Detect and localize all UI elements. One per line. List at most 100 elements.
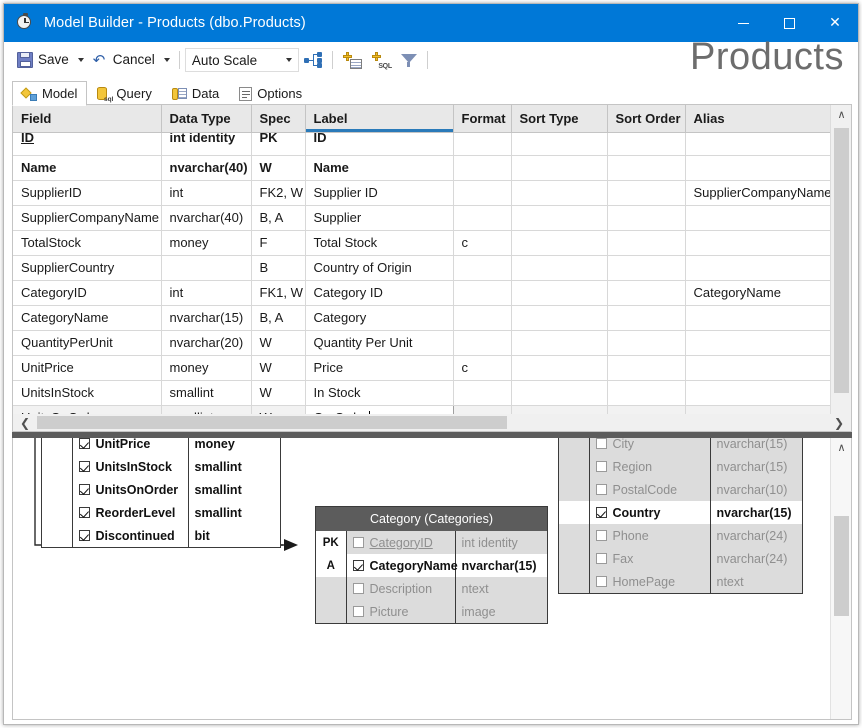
hierarchy-button[interactable] [299, 47, 327, 73]
cell-label[interactable]: Supplier [305, 205, 454, 231]
cell-label[interactable]: Supplier ID [305, 180, 454, 206]
cell-sort_order[interactable] [607, 205, 686, 231]
cell-format[interactable] [453, 280, 512, 306]
cell-sort_order[interactable] [607, 180, 686, 206]
cell-sort_type[interactable] [511, 132, 608, 156]
grid-horizontal-scrollbar[interactable]: ❮ ❯ [12, 414, 852, 432]
cell-sort_order[interactable] [607, 230, 686, 256]
entity-supplier[interactable]: City nvarchar(15) Region nvarchar(15) Postal… [558, 438, 803, 594]
grid-vertical-scrollbar[interactable]: ∧ ∨ [830, 105, 851, 431]
cell-sort_type[interactable] [511, 280, 608, 306]
column-header-field[interactable]: Field [13, 105, 162, 133]
cell-spec[interactable]: W [251, 330, 306, 356]
cell-label[interactable]: ID [305, 132, 454, 156]
entity-field-name-cell[interactable]: Fax [589, 547, 710, 570]
cell-sort_order[interactable] [607, 330, 686, 356]
field-checkbox[interactable] [78, 529, 90, 541]
cell-label[interactable]: Price [305, 355, 454, 381]
field-checkbox[interactable] [595, 460, 607, 472]
tab-model[interactable]: Model [12, 81, 88, 106]
cell-format[interactable] [453, 155, 512, 181]
table-row[interactable]: CategoryName nvarchar(15) B, A Category [13, 305, 832, 331]
diagram-scroll-up-icon[interactable]: ∧ [831, 438, 851, 457]
cell-alias[interactable] [685, 230, 832, 256]
cell-field[interactable]: SupplierID [13, 180, 162, 206]
cell-sort_order[interactable] [607, 305, 686, 331]
cell-sort_order[interactable] [607, 380, 686, 406]
cell-sort_type[interactable] [511, 230, 608, 256]
fields-grid[interactable]: Field Data Type Spec Label Format Sort Type So… [12, 104, 852, 432]
cell-sort_type[interactable] [511, 255, 608, 281]
cell-format[interactable] [453, 380, 512, 406]
tab-options[interactable]: Options [229, 81, 312, 106]
scale-caret-icon[interactable] [285, 58, 292, 62]
column-header-format[interactable]: Format [453, 105, 512, 133]
scale-select[interactable]: Auto Scale [184, 48, 299, 72]
cell-spec[interactable]: B, A [251, 305, 306, 331]
cell-type[interactable]: int [161, 280, 252, 306]
entity-field-row[interactable]: ReorderLevel smallint [42, 501, 280, 524]
entity-category[interactable]: Category (Categories) PK CategoryID int id… [315, 506, 548, 624]
save-dropdown-caret-icon[interactable] [77, 58, 84, 62]
cell-type[interactable]: int identity [161, 132, 252, 156]
table-row[interactable]: CategoryID int FK1, W Category ID CategoryNa… [13, 280, 832, 306]
cell-format[interactable] [453, 255, 512, 281]
cell-format[interactable] [453, 180, 512, 206]
field-checkbox[interactable] [595, 529, 607, 541]
tab-query[interactable]: sql Query [87, 81, 161, 106]
cell-sort_order[interactable] [607, 132, 686, 156]
cancel-button[interactable]: ↶ Cancel [88, 47, 160, 73]
entity-products[interactable]: UnitPrice money UnitsInStock smallint UnitsO… [41, 438, 281, 548]
cell-field[interactable]: Name [13, 155, 162, 181]
entity-field-name-cell[interactable]: Description [346, 577, 455, 600]
field-checkbox[interactable] [78, 438, 90, 449]
table-row[interactable]: ID int identity PK ID [13, 132, 832, 156]
cell-field[interactable]: CategoryName [13, 305, 162, 331]
cell-sort_type[interactable] [511, 380, 608, 406]
entity-field-row[interactable]: UnitsOnOrder smallint [42, 478, 280, 501]
cell-label[interactable]: Total Stock [305, 230, 454, 256]
cell-spec[interactable]: FK1, W [251, 280, 306, 306]
cell-sort_type[interactable] [511, 155, 608, 181]
cell-alias[interactable]: CategoryName [685, 280, 832, 306]
cell-alias[interactable] [685, 355, 832, 381]
entity-field-name-cell[interactable]: Region [589, 455, 710, 478]
field-checkbox[interactable] [595, 438, 607, 449]
field-checkbox[interactable] [595, 552, 607, 564]
grid-hscroll-thumb[interactable] [37, 416, 507, 429]
field-checkbox[interactable] [78, 460, 90, 472]
cell-spec[interactable]: W [251, 380, 306, 406]
entity-field-row[interactable]: Country nvarchar(15) [559, 501, 802, 524]
entity-field-name-cell[interactable]: PostalCode [589, 478, 710, 501]
cell-alias[interactable] [685, 155, 832, 181]
cell-spec[interactable]: B, A [251, 205, 306, 231]
cell-alias[interactable] [685, 305, 832, 331]
cell-format[interactable]: c [453, 355, 512, 381]
cell-type[interactable]: smallint [161, 380, 252, 406]
cell-field[interactable]: QuantityPerUnit [13, 330, 162, 356]
cell-field[interactable]: SupplierCompanyName [13, 205, 162, 231]
cell-alias[interactable] [685, 255, 832, 281]
entity-field-name-cell[interactable]: HomePage [589, 570, 710, 593]
table-row[interactable]: UnitsInStock smallint W In Stock [13, 380, 832, 406]
filter-button[interactable] [396, 47, 422, 73]
entity-field-row[interactable]: Phone nvarchar(24) [559, 524, 802, 547]
table-row[interactable]: Name nvarchar(40) W Name [13, 155, 832, 181]
field-checkbox[interactable] [78, 483, 90, 495]
cell-label[interactable]: In Stock [305, 380, 454, 406]
entity-field-name-cell[interactable]: Phone [589, 524, 710, 547]
field-checkbox[interactable] [595, 506, 607, 518]
entity-field-row[interactable]: PostalCode nvarchar(10) [559, 478, 802, 501]
cell-sort_order[interactable] [607, 255, 686, 281]
field-checkbox[interactable] [78, 506, 90, 518]
cell-type[interactable]: int [161, 180, 252, 206]
entity-field-name-cell[interactable]: ReorderLevel [72, 501, 188, 524]
cell-alias[interactable] [685, 205, 832, 231]
entity-field-name-cell[interactable]: UnitsOnOrder [72, 478, 188, 501]
cell-spec[interactable]: W [251, 355, 306, 381]
add-table-button[interactable] [338, 47, 367, 73]
cell-field[interactable]: ID [13, 132, 162, 156]
column-header-data-type[interactable]: Data Type [161, 105, 252, 133]
tab-data[interactable]: Data [162, 81, 229, 106]
entity-field-row[interactable]: Description ntext [316, 577, 547, 600]
